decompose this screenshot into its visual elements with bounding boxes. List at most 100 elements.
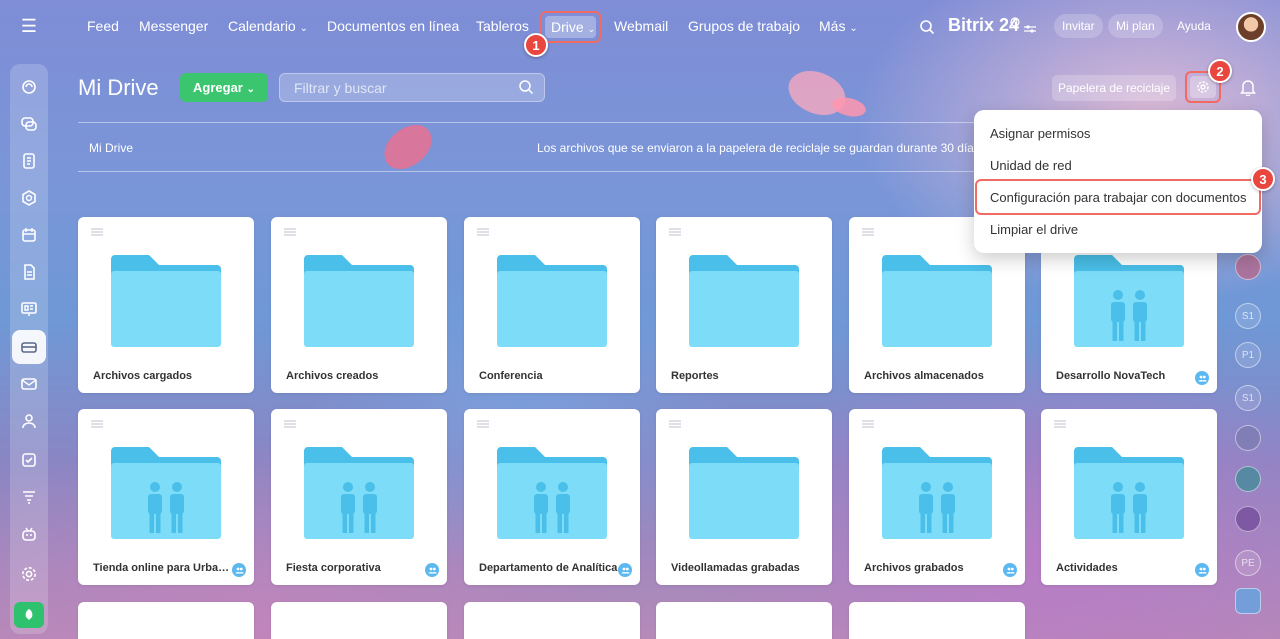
sidebar-item-mail[interactable] [12, 367, 46, 401]
shared-folder-icon [111, 447, 221, 539]
folder-name: Desarrollo NovaTech [1056, 370, 1166, 382]
funnel-icon [23, 491, 35, 504]
robot-icon [22, 527, 36, 541]
top-nav: Feed Messenger Calendario ⌄ Documentos e… [58, 0, 1280, 54]
drag-handle-icon[interactable] [862, 420, 874, 428]
folder-card[interactable]: Conferencia [464, 217, 640, 393]
drag-handle-icon[interactable] [91, 228, 103, 236]
nav-item-feed[interactable]: Feed [87, 18, 119, 34]
drag-handle-icon[interactable] [477, 228, 489, 236]
sidebar-item-settings[interactable] [12, 557, 46, 591]
nav-item-boards[interactable]: Tableros [476, 18, 529, 34]
rail-avatar-s1[interactable]: S1 [1235, 303, 1261, 329]
shared-users-icon [232, 563, 246, 577]
rail-avatar-icon[interactable] [1235, 254, 1261, 280]
folder-icon [304, 255, 414, 347]
folder-card-partial[interactable] [464, 602, 640, 639]
menu-item-network-drive[interactable]: Unidad de red [990, 158, 1072, 173]
folder-name: Fiesta corporativa [286, 562, 381, 574]
menu-item-clean-drive[interactable]: Limpiar el drive [990, 222, 1078, 237]
page-title: Mi Drive [78, 75, 159, 100]
drag-handle-icon[interactable] [284, 420, 296, 428]
breadcrumb[interactable]: Mi Drive [89, 141, 133, 155]
sidebar-item-groups[interactable] [12, 181, 46, 215]
chevron-down-icon: ⌄ [299, 23, 308, 34]
folder-name: Departamento de Analítica [479, 562, 618, 574]
sidebar-item-contacts[interactable] [12, 404, 46, 438]
folder-card-partial[interactable] [656, 602, 832, 639]
folder-card-partial[interactable] [78, 602, 254, 639]
folder-card[interactable]: Fiesta corporativa [271, 409, 447, 585]
drag-handle-icon[interactable] [477, 420, 489, 428]
help-button[interactable]: Ayuda [1169, 14, 1219, 38]
folder-card[interactable]: Departamento de Analítica [464, 409, 640, 585]
folder-card[interactable]: Tienda online para Urbanidad [78, 409, 254, 585]
nav-item-online-docs[interactable]: Documentos en línea [327, 18, 459, 34]
feed-icon [22, 80, 36, 94]
invite-button[interactable]: Invitar [1054, 14, 1103, 38]
annotation-badge: 1 [524, 33, 548, 57]
nav-item-workgroups[interactable]: Grupos de trabajo [688, 18, 800, 34]
rail-avatar-s1-second[interactable]: S1 [1235, 385, 1261, 411]
sidebar-item-filter[interactable] [12, 480, 46, 514]
drag-handle-icon[interactable] [669, 228, 681, 236]
folder-card[interactable]: Archivos grabados [849, 409, 1025, 585]
folder-card[interactable]: Videollamadas grabadas [656, 409, 832, 585]
sidebar-item-feed[interactable] [12, 70, 46, 104]
sidebar-item-documents[interactable] [12, 144, 46, 178]
menu-icon[interactable]: ☰ [13, 10, 45, 42]
nav-item-webmail[interactable]: Webmail [614, 18, 668, 34]
folder-name: Conferencia [479, 370, 543, 382]
nav-item-drive-inner: Drive ⌄ [545, 16, 596, 38]
menu-item-assign-permissions[interactable]: Asignar permisos [990, 126, 1090, 141]
recycle-bin-button[interactable]: Papelera de reciclaje [1052, 75, 1176, 101]
nav-item-more[interactable]: Más ⌄ [819, 18, 858, 34]
sliders-icon[interactable] [1024, 24, 1036, 34]
drag-handle-icon[interactable] [669, 420, 681, 428]
folder-card-partial[interactable] [271, 602, 447, 639]
sidebar-item-robot[interactable] [12, 517, 46, 551]
rail-avatar-p1[interactable]: P1 [1235, 342, 1261, 368]
rail-target-icon[interactable] [1235, 506, 1261, 532]
folder-card[interactable]: Actividades [1041, 409, 1217, 585]
sidebar-item-drive[interactable] [12, 330, 46, 364]
rail-chat-icon[interactable] [1235, 425, 1261, 451]
add-button-label: Agregar [193, 80, 243, 95]
nav-item-calendar[interactable]: Calendario ⌄ [228, 18, 308, 34]
rail-avatar-pe[interactable]: PE [1235, 550, 1261, 576]
folder-card[interactable]: Reportes [656, 217, 832, 393]
sidebar-item-tasks[interactable] [12, 443, 46, 477]
shared-folder-icon [1074, 255, 1184, 347]
avatar[interactable] [1236, 12, 1266, 42]
search-icon[interactable] [518, 79, 534, 95]
sidebar-item-launch[interactable] [14, 602, 44, 628]
petal-decoration [781, 59, 853, 127]
sidebar-item-online-docs[interactable] [12, 255, 46, 289]
checkbox-icon [22, 453, 36, 467]
menu-item-document-settings[interactable]: Configuración para trabajar con document… [990, 190, 1247, 205]
folder-name: Reportes [671, 370, 719, 382]
folder-card-partial[interactable] [849, 602, 1025, 639]
sidebar-item-calendar[interactable] [12, 218, 46, 252]
folder-icon [882, 255, 992, 347]
sidebar-item-boards[interactable] [12, 292, 46, 326]
search-input[interactable] [280, 74, 510, 101]
petal-decoration [376, 118, 440, 176]
bell-icon[interactable] [1240, 78, 1256, 96]
settings-menu: Asignar permisos Unidad de red Configura… [974, 110, 1262, 253]
nav-item-messenger[interactable]: Messenger [139, 18, 208, 34]
search-icon[interactable] [919, 19, 935, 35]
drag-handle-icon[interactable] [91, 420, 103, 428]
rail-hexagon-icon[interactable] [1235, 466, 1261, 492]
drag-handle-icon[interactable] [1054, 420, 1066, 428]
folder-card[interactable]: Archivos cargados [78, 217, 254, 393]
drag-handle-icon[interactable] [862, 228, 874, 236]
folder-card[interactable]: Archivos creados [271, 217, 447, 393]
drag-handle-icon[interactable] [284, 228, 296, 236]
sidebar-item-messenger[interactable] [12, 107, 46, 141]
plan-button[interactable]: Mi plan [1108, 14, 1163, 38]
left-sidebar: ☰ [0, 0, 58, 639]
nav-item-drive[interactable]: Drive ⌄ [540, 11, 601, 43]
add-button[interactable]: Agregar ⌄ [180, 73, 268, 102]
rail-message-icon[interactable] [1235, 588, 1261, 614]
